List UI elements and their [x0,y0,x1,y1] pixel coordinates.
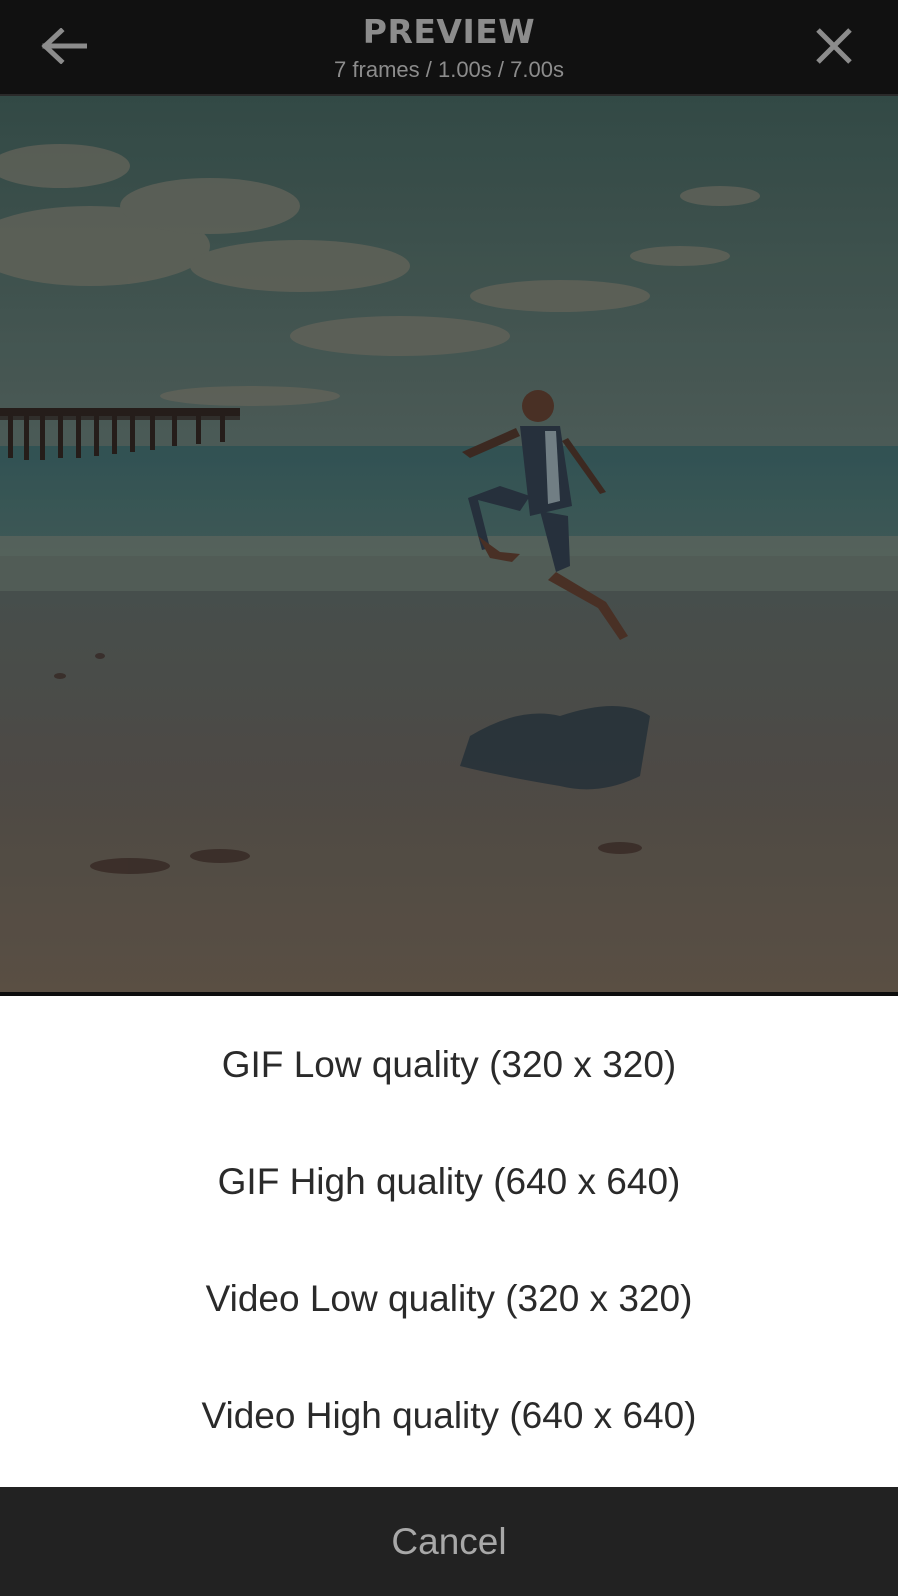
app-root: PREVIEW 7 frames / 1.00s / 7.00s GIF Low… [0,0,898,1596]
cancel-button[interactable]: Cancel [0,1487,898,1596]
preview-image [0,96,898,992]
close-button[interactable] [802,14,866,78]
close-icon [815,27,853,65]
top-bar: PREVIEW 7 frames / 1.00s / 7.00s [0,0,898,96]
option-video-low[interactable]: Video Low quality (320 x 320) [0,1240,898,1357]
page-title: PREVIEW [362,12,536,51]
option-gif-high[interactable]: GIF High quality (640 x 640) [0,1123,898,1240]
export-options-sheet: GIF Low quality (320 x 320) GIF High qua… [0,996,898,1487]
option-video-high[interactable]: Video High quality (640 x 640) [0,1357,898,1474]
frame-info: 7 frames / 1.00s / 7.00s [334,57,564,82]
option-gif-low[interactable]: GIF Low quality (320 x 320) [0,1006,898,1123]
